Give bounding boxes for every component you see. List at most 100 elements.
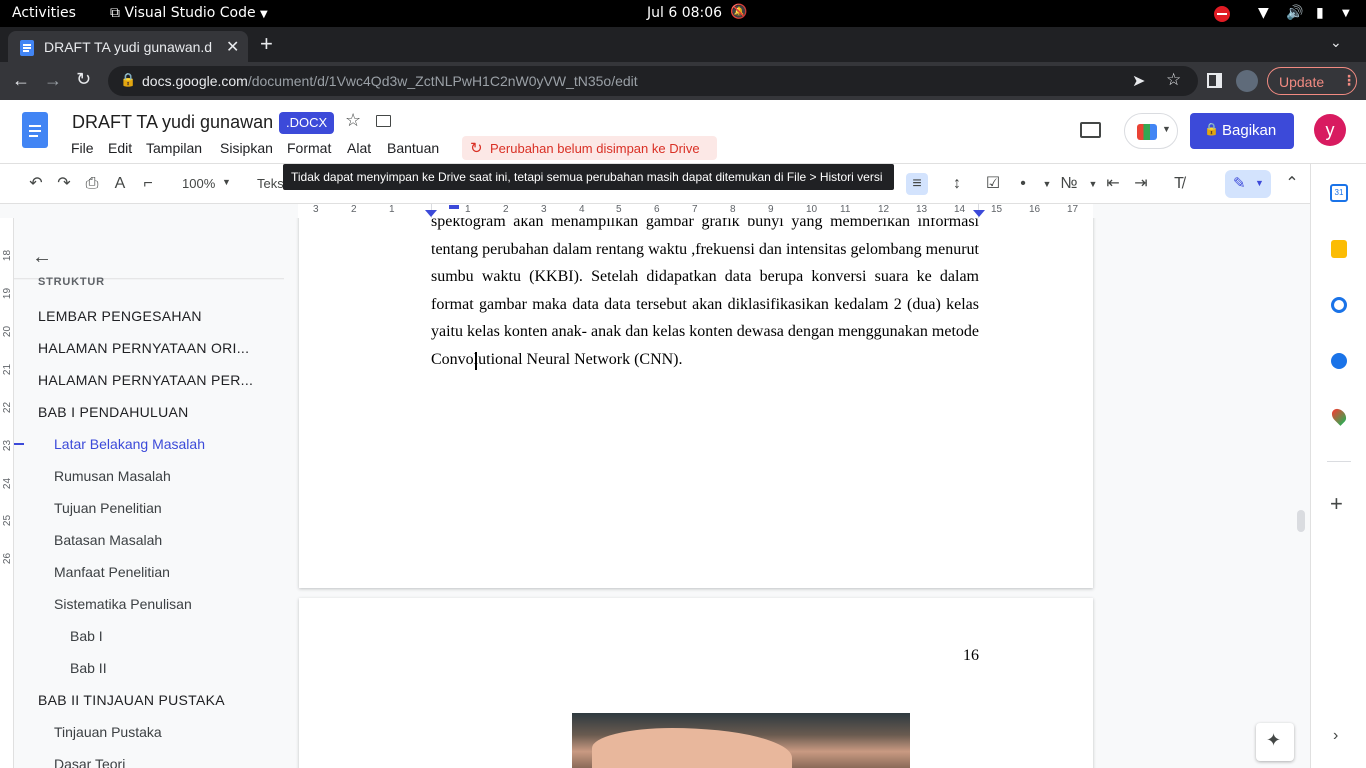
comments-icon[interactable] — [1080, 122, 1101, 138]
tab-title: DRAFT TA yudi gunawan.d — [44, 39, 213, 55]
back-icon[interactable]: ← — [12, 70, 30, 91]
meet-button[interactable]: ▼ — [1124, 113, 1178, 149]
outline-item[interactable]: Rumusan Masalah — [54, 468, 171, 484]
bullet-dropdown-icon[interactable]: ▼ — [1036, 173, 1058, 195]
undo-icon[interactable]: ↶ — [25, 173, 47, 195]
ruler-label: 4 — [579, 204, 585, 215]
menu-edit[interactable]: Edit — [108, 140, 132, 156]
omnibox[interactable]: 🔒 docs.google.com/document/d/1Vwc4Qd3w_Z… — [108, 66, 1198, 96]
outline-item[interactable]: Manfaat Penelitian — [54, 564, 170, 580]
side-panel-icon[interactable] — [1207, 73, 1222, 88]
vertical-ruler[interactable]: 18 19 20 21 22 23 24 25 26 — [0, 218, 14, 768]
forward-icon[interactable]: → — [44, 70, 62, 91]
checklist-icon[interactable]: ☑ — [982, 173, 1004, 195]
clock[interactable]: Jul 6 08:06 — [647, 5, 722, 21]
do-not-disturb-icon[interactable] — [1214, 6, 1230, 22]
document-title[interactable]: DRAFT TA yudi gunawan — [72, 112, 273, 133]
outline-item[interactable]: Bab II — [70, 660, 107, 676]
outline-item[interactable]: HALAMAN PERNYATAAN ORI... — [38, 340, 249, 356]
save-status[interactable]: ↻ Perubahan belum disimpan ke Drive — [462, 136, 717, 160]
star-icon[interactable]: ☆ — [345, 110, 361, 131]
outline-item[interactable]: Batasan Masalah — [54, 532, 162, 548]
vertical-scrollbar-thumb[interactable] — [1297, 510, 1305, 532]
system-menu-chevron-icon[interactable]: ▼ — [1342, 8, 1350, 19]
document-body[interactable]: spektogram akan menampilkan gambar grafi… — [431, 218, 979, 374]
outline-item[interactable]: BAB I PENDAHULUAN — [38, 404, 189, 420]
ruler-label: 6 — [654, 204, 660, 215]
share-button[interactable]: 🔒 Bagikan — [1190, 113, 1294, 149]
left-indent-marker[interactable] — [425, 210, 437, 217]
volume-icon[interactable]: 🔊 — [1286, 5, 1303, 21]
outline-item[interactable]: Sistematika Penulisan — [54, 596, 192, 612]
number-dropdown-icon[interactable]: ▼ — [1082, 173, 1104, 195]
menu-view[interactable]: Tampilan — [146, 140, 202, 156]
docs-logo-icon[interactable] — [22, 112, 48, 148]
print-icon[interactable]: ⎙ — [81, 173, 103, 195]
decrease-indent-icon[interactable]: ⇤ — [1102, 173, 1124, 195]
battery-icon[interactable]: ▮ — [1316, 5, 1324, 21]
outline-item[interactable]: Tujuan Penelitian — [54, 500, 162, 516]
document-image[interactable] — [572, 713, 910, 768]
move-folder-icon[interactable] — [376, 115, 391, 127]
tab-search-chevron-icon[interactable]: ⌄ — [1330, 34, 1342, 51]
close-tab-icon[interactable]: ✕ — [226, 37, 239, 57]
keep-icon[interactable] — [1331, 240, 1347, 258]
outline-item[interactable]: Bab I — [70, 628, 103, 644]
menu-insert[interactable]: Sisipkan — [220, 140, 273, 156]
vruler-label: 24 — [2, 477, 14, 490]
menu-help[interactable]: Bantuan — [387, 140, 439, 156]
align-justify-icon[interactable]: ≡ — [906, 173, 928, 195]
outline-item[interactable]: Tinjauan Pustaka — [54, 724, 162, 740]
ruler-label: 11 — [840, 204, 851, 215]
lock-icon[interactable]: 🔒 — [120, 72, 136, 88]
hide-side-panel-chevron-icon[interactable]: › — [1333, 727, 1338, 745]
zoom-select[interactable]: 100% ▼ — [172, 173, 236, 195]
user-avatar[interactable]: y — [1314, 114, 1346, 146]
right-indent-marker[interactable] — [973, 210, 985, 217]
editing-mode-button[interactable]: ✎ ▼ — [1225, 170, 1271, 198]
explore-button[interactable]: ✦ — [1256, 723, 1294, 761]
style-select[interactable]: Teks — [257, 176, 284, 191]
first-line-indent-marker[interactable] — [449, 205, 459, 209]
spellcheck-icon[interactable]: A — [109, 173, 131, 195]
ruler-label: 7 — [692, 204, 698, 215]
menu-tools[interactable]: Alat — [347, 140, 371, 156]
calendar-icon[interactable]: 31 — [1330, 184, 1348, 202]
contacts-icon[interactable] — [1331, 353, 1347, 369]
vruler-label: 25 — [2, 514, 14, 527]
paint-format-icon[interactable]: ⌐ — [137, 173, 159, 195]
outline-item[interactable]: HALAMAN PERNYATAAN PER... — [38, 372, 253, 388]
bookmark-star-icon[interactable]: ☆ — [1166, 70, 1181, 90]
menu-format[interactable]: Format — [287, 140, 331, 156]
maps-icon[interactable] — [1329, 406, 1349, 426]
update-label: Update — [1279, 74, 1325, 90]
vscode-icon: ⧉ — [110, 5, 120, 21]
new-tab-icon[interactable]: + — [260, 31, 273, 57]
favicon-line — [23, 44, 31, 46]
menu-file[interactable]: File — [71, 140, 94, 156]
redo-icon[interactable]: ↷ — [53, 173, 75, 195]
update-button[interactable]: Update ⋮ — [1267, 67, 1357, 95]
ruler-label: 17 — [1067, 204, 1079, 215]
clear-formatting-icon[interactable]: T̸ — [1168, 173, 1190, 195]
tasks-icon[interactable] — [1331, 297, 1347, 313]
profile-avatar[interactable] — [1236, 70, 1258, 92]
outline-item[interactable]: LEMBAR PENGESAHAN — [38, 308, 202, 324]
get-addons-plus-icon[interactable]: + — [1330, 491, 1343, 517]
horizontal-ruler[interactable]: 3 2 1 1 2 3 4 5 6 7 8 9 10 11 12 13 14 1… — [0, 204, 1310, 218]
activities-button[interactable]: Activities — [12, 5, 76, 21]
browser-tab-active[interactable]: DRAFT TA yudi gunawan.d ✕ — [8, 31, 248, 62]
bulleted-list-icon[interactable]: • — [1012, 173, 1034, 195]
increase-indent-icon[interactable]: ⇥ — [1130, 173, 1152, 195]
numbered-list-icon[interactable]: № — [1058, 173, 1080, 195]
outline-item[interactable]: BAB II TINJAUAN PUSTAKA — [38, 692, 225, 708]
wifi-icon[interactable]: ▼ — [1258, 5, 1269, 21]
close-outline-back-icon[interactable]: ← — [32, 246, 52, 269]
app-menu[interactable]: ⧉ Visual Studio Code ▼ — [110, 5, 268, 21]
outline-item[interactable]: Dasar Teori — [54, 756, 125, 768]
reload-icon[interactable]: ↻ — [76, 69, 91, 90]
outline-item-active[interactable]: Latar Belakang Masalah — [54, 436, 205, 452]
hide-menus-chevron-icon[interactable]: ⌃ — [1281, 173, 1303, 195]
line-spacing-icon[interactable]: ↕ — [946, 173, 968, 195]
send-icon[interactable]: ➤ — [1132, 71, 1145, 91]
